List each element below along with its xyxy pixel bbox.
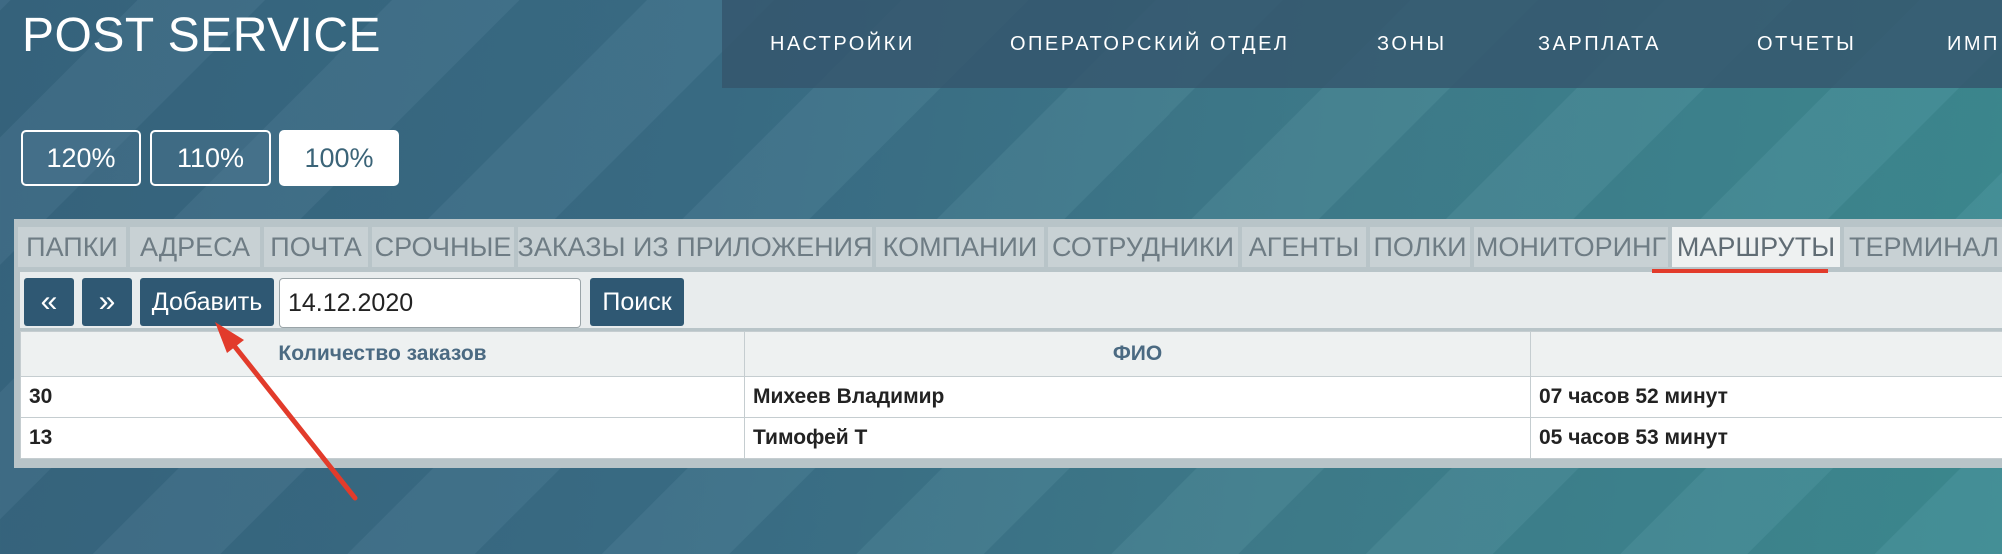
- cell-order-count: 13: [20, 417, 745, 459]
- nav-item-reports[interactable]: ОТЧЕТЫ: [1757, 33, 1856, 56]
- prev-button[interactable]: «: [24, 278, 74, 326]
- add-button[interactable]: Добавить: [140, 278, 274, 326]
- toolbar: « » Добавить Поиск: [20, 272, 2002, 328]
- cell-time: 07 часов 52 минут: [1530, 376, 2002, 418]
- cell-full-name: Тимофей Т: [744, 417, 1531, 459]
- tab-agents[interactable]: АГЕНТЫ: [1242, 227, 1366, 267]
- tab-urgent[interactable]: СРОЧНЫЕ: [372, 227, 514, 267]
- column-header-time[interactable]: [1530, 331, 2002, 377]
- table-header-row: Количество заказов ФИО: [20, 331, 2002, 377]
- tab-terminal[interactable]: ТЕРМИНАЛ: [1844, 227, 2002, 267]
- nav-item-settings[interactable]: НАСТРОЙКИ: [770, 33, 915, 56]
- next-button[interactable]: »: [82, 278, 132, 326]
- search-button[interactable]: Поиск: [590, 278, 684, 326]
- top-navigation: НАСТРОЙКИ ОПЕРАТОРСКИЙ ОТДЕЛ ЗОНЫ ЗАРПЛА…: [722, 0, 2002, 88]
- nav-item-import[interactable]: ИМП: [1947, 33, 2000, 56]
- active-tab-underline: [1652, 269, 1828, 273]
- app-title: POST SERVICE: [22, 9, 382, 62]
- tab-shelves[interactable]: ПОЛКИ: [1370, 227, 1470, 267]
- content-panel: ПАПКИ АДРЕСА ПОЧТА СРОЧНЫЕ ЗАКАЗЫ ИЗ ПРИ…: [14, 219, 2002, 468]
- table-row[interactable]: 13 Тимофей Т 05 часов 53 минут: [20, 417, 2002, 459]
- tab-monitoring[interactable]: МОНИТОРИНГ: [1474, 227, 1668, 267]
- zoom-120-button[interactable]: 120%: [21, 130, 141, 186]
- tab-bar: ПАПКИ АДРЕСА ПОЧТА СРОЧНЫЕ ЗАКАЗЫ ИЗ ПРИ…: [14, 223, 2002, 267]
- tab-app-orders[interactable]: ЗАКАЗЫ ИЗ ПРИЛОЖЕНИЯ: [518, 227, 872, 267]
- nav-item-zones[interactable]: ЗОНЫ: [1377, 33, 1447, 56]
- nav-item-operator-department[interactable]: ОПЕРАТОРСКИЙ ОТДЕЛ: [1010, 33, 1290, 56]
- tab-folders[interactable]: ПАПКИ: [18, 227, 126, 267]
- tab-mail[interactable]: ПОЧТА: [264, 227, 368, 267]
- column-header-full-name[interactable]: ФИО: [744, 331, 1531, 377]
- zoom-100-button[interactable]: 100%: [279, 130, 399, 186]
- column-header-order-count[interactable]: Количество заказов: [20, 331, 745, 377]
- tab-companies[interactable]: КОМПАНИИ: [876, 227, 1044, 267]
- tab-employees[interactable]: СОТРУДНИКИ: [1048, 227, 1238, 267]
- tab-routes[interactable]: МАРШРУТЫ: [1672, 227, 1840, 267]
- nav-item-salary[interactable]: ЗАРПЛАТА: [1538, 33, 1661, 56]
- cell-order-count: 30: [20, 376, 745, 418]
- table-row[interactable]: 30 Михеев Владимир 07 часов 52 минут: [20, 376, 2002, 418]
- date-input[interactable]: [279, 278, 581, 328]
- tab-addresses[interactable]: АДРЕСА: [130, 227, 260, 267]
- cell-full-name: Михеев Владимир: [744, 376, 1531, 418]
- cell-time: 05 часов 53 минут: [1530, 417, 2002, 459]
- routes-table: Количество заказов ФИО 30 Михеев Владими…: [20, 331, 2002, 459]
- zoom-110-button[interactable]: 110%: [150, 130, 271, 186]
